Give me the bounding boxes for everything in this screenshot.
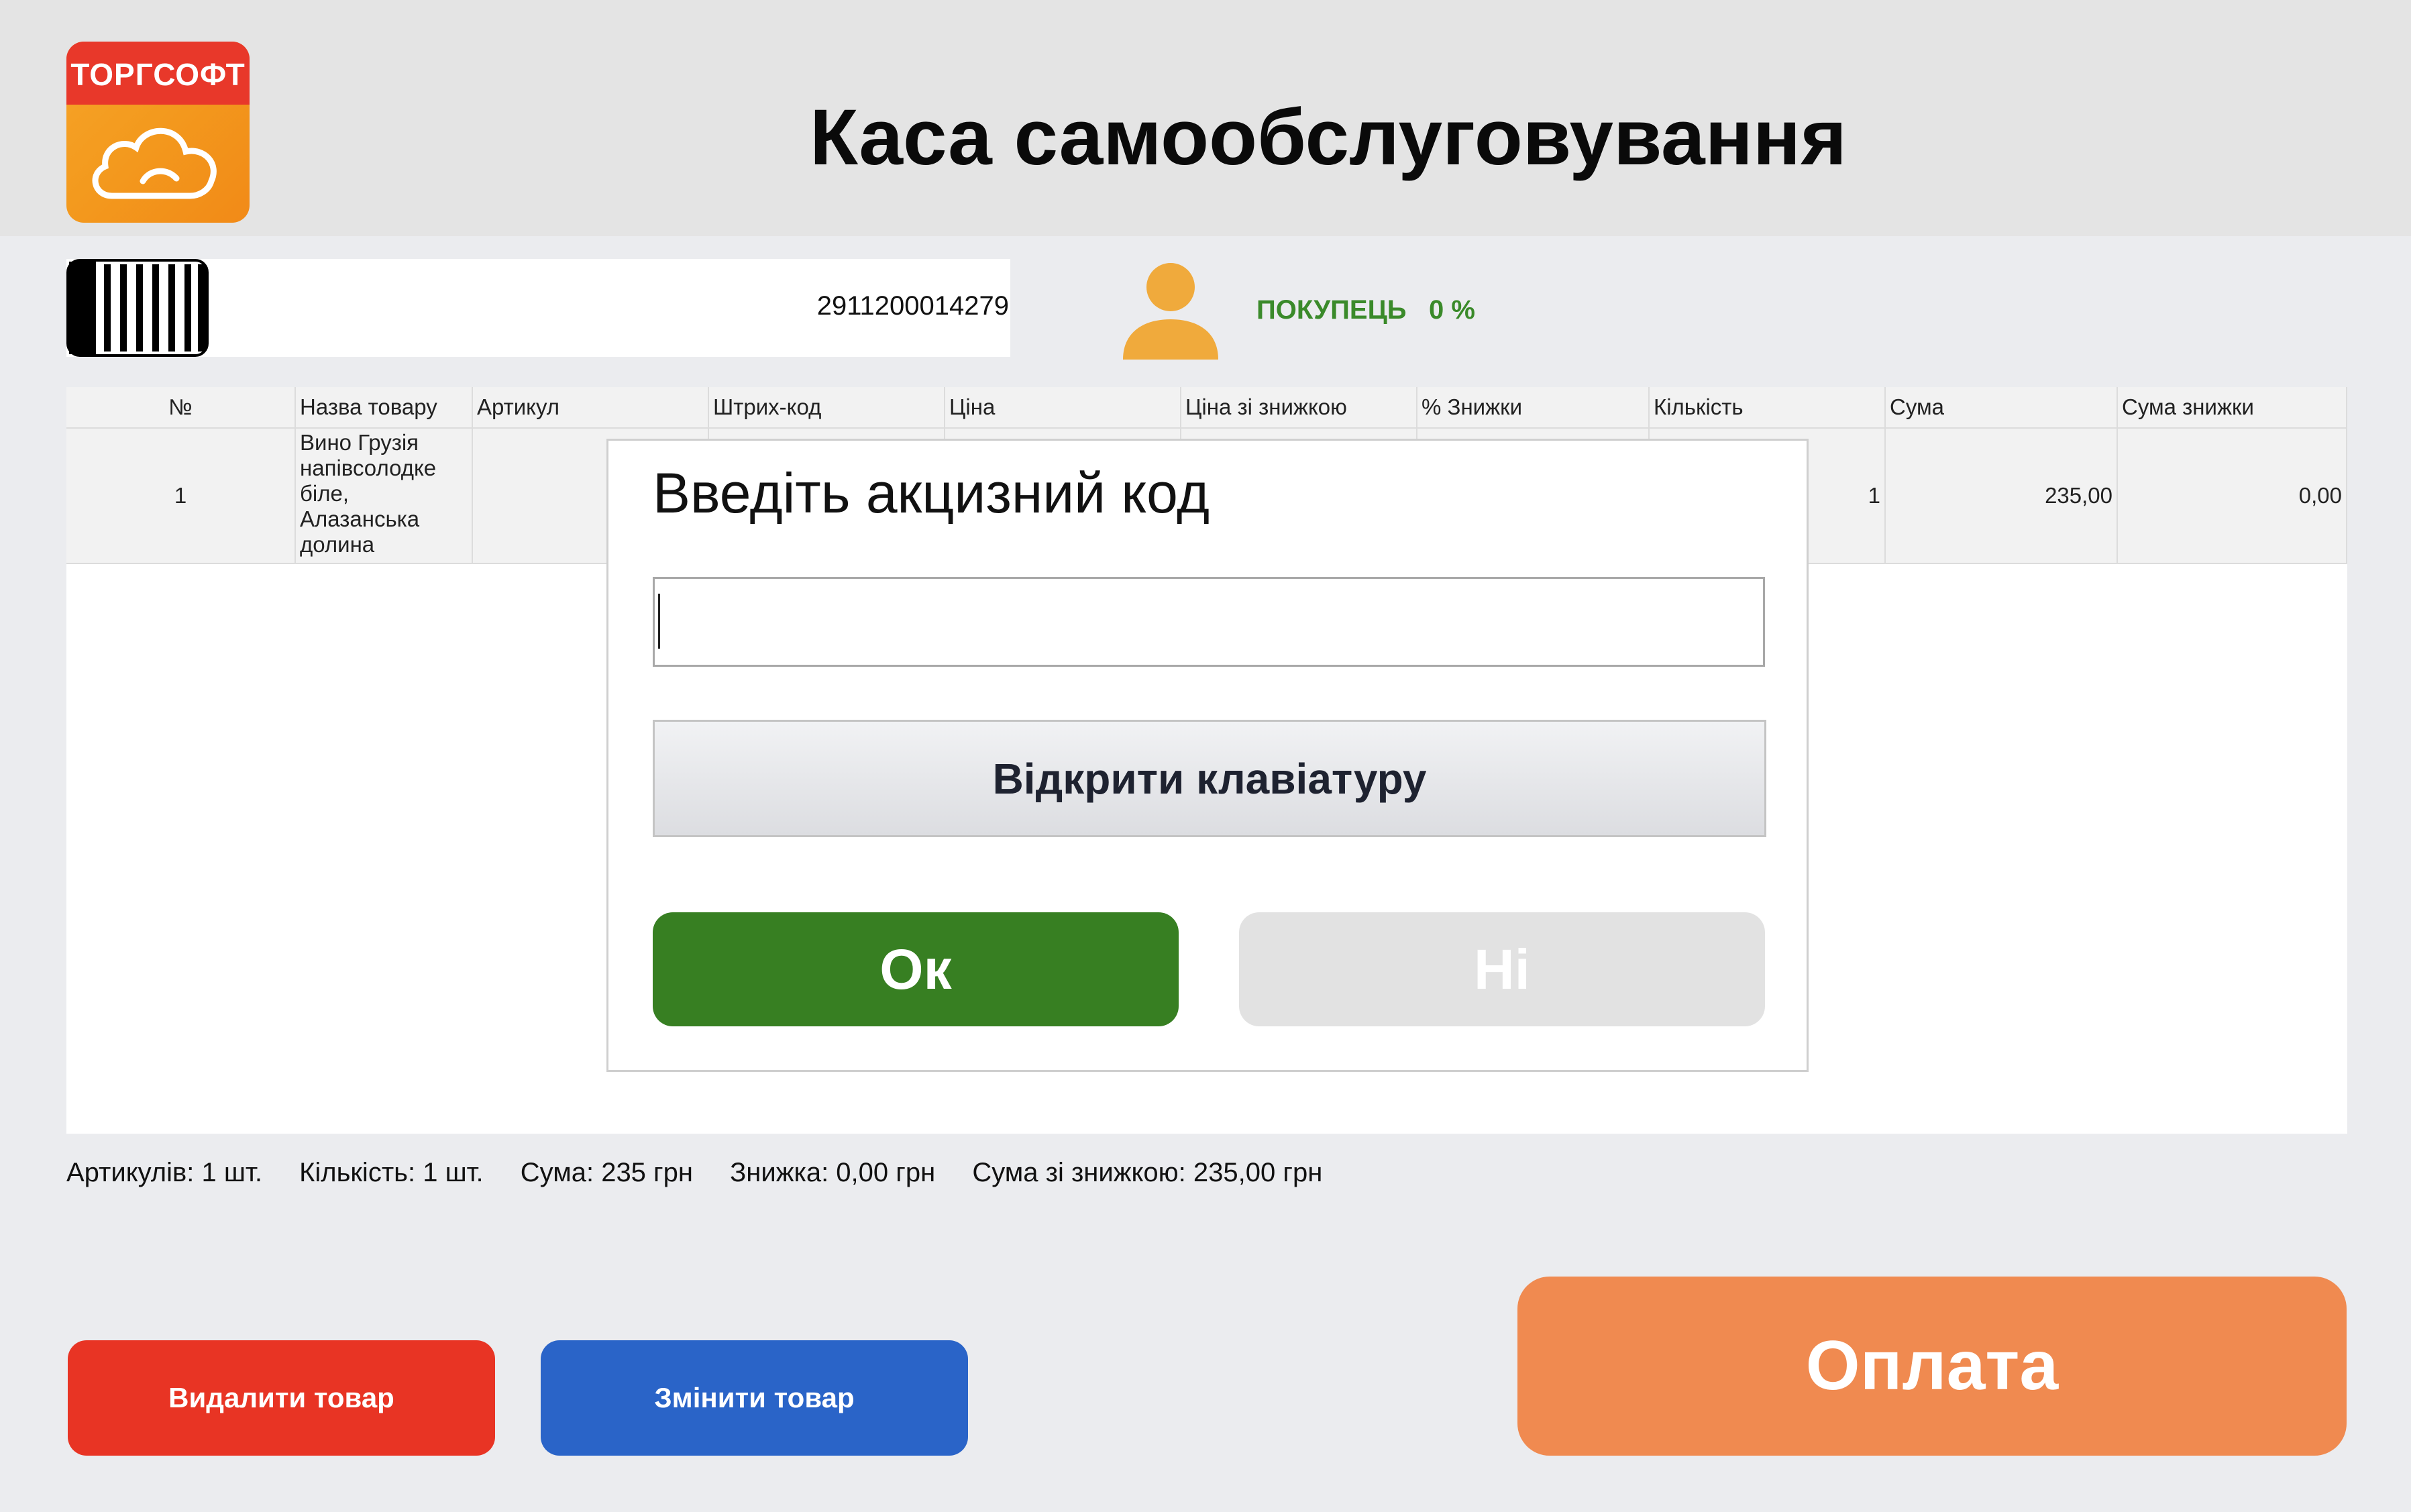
text-cursor [658, 594, 660, 649]
column-header: % Знижки [1417, 387, 1650, 427]
summary-articles: Артикулів: 1 шт. [66, 1158, 262, 1187]
summary-discount: Знижка: 0,00 грн [730, 1158, 936, 1187]
table-header: № Назва товару Артикул Штрих-код Ціна Ці… [66, 387, 2347, 429]
column-header: № [66, 387, 296, 427]
header: ТОРГСОФТ Каса самообслуговування [0, 0, 2411, 236]
column-header: Кількість [1650, 387, 1886, 427]
cell-discount-sum: 0,00 [2118, 429, 2347, 563]
open-keyboard-button[interactable]: Відкрити клавіатуру [653, 720, 1766, 837]
cart-summary: Артикулів: 1 шт. Кількість: 1 шт. Сума: … [66, 1158, 1352, 1188]
column-header: Артикул [473, 387, 709, 427]
excise-code-dialog: Введіть акцизний код Відкрити клавіатуру… [606, 439, 1809, 1072]
summary-quantity: Кількість: 1 шт. [299, 1158, 484, 1187]
barcode-icon [66, 259, 209, 357]
column-header: Ціна зі знижкою [1181, 387, 1417, 427]
summary-sum-discount: Сума зі знижкою: 235,00 грн [972, 1158, 1323, 1187]
barcode-scan-field[interactable]: 2911200014279 [66, 259, 1010, 357]
barcode-value: 2911200014279 [816, 291, 1009, 321]
user-icon [1123, 263, 1218, 360]
logo-text: ТОРГСОФТ [66, 42, 250, 105]
column-header: Назва товару [296, 387, 473, 427]
customer-discount: 0 % [1429, 295, 1475, 325]
pay-button[interactable]: Оплата [1517, 1277, 2347, 1456]
page-title: Каса самообслуговування [809, 93, 1847, 182]
delete-item-button[interactable]: Видалити товар [68, 1340, 495, 1456]
excise-code-input[interactable] [653, 577, 1765, 667]
cloud-icon [92, 127, 217, 199]
cell-product-name: Вино Грузія напівсолодке біле, Алазанськ… [296, 429, 473, 563]
cell-number: 1 [66, 429, 296, 563]
torgsoft-logo: ТОРГСОФТ [66, 42, 250, 223]
cell-sum: 235,00 [1886, 429, 2118, 563]
column-header: Штрих-код [709, 387, 945, 427]
dialog-title: Введіть акцизний код [653, 462, 1210, 525]
change-item-button[interactable]: Змінити товар [541, 1340, 968, 1456]
ok-button[interactable]: Ок [653, 912, 1179, 1026]
summary-sum: Сума: 235 грн [520, 1158, 693, 1187]
column-header: Сума [1886, 387, 2118, 427]
no-button[interactable]: Ні [1239, 912, 1765, 1026]
column-header: Сума знижки [2118, 387, 2347, 427]
customer-label: ПОКУПЕЦЬ [1256, 295, 1407, 325]
column-header: Ціна [945, 387, 1181, 427]
